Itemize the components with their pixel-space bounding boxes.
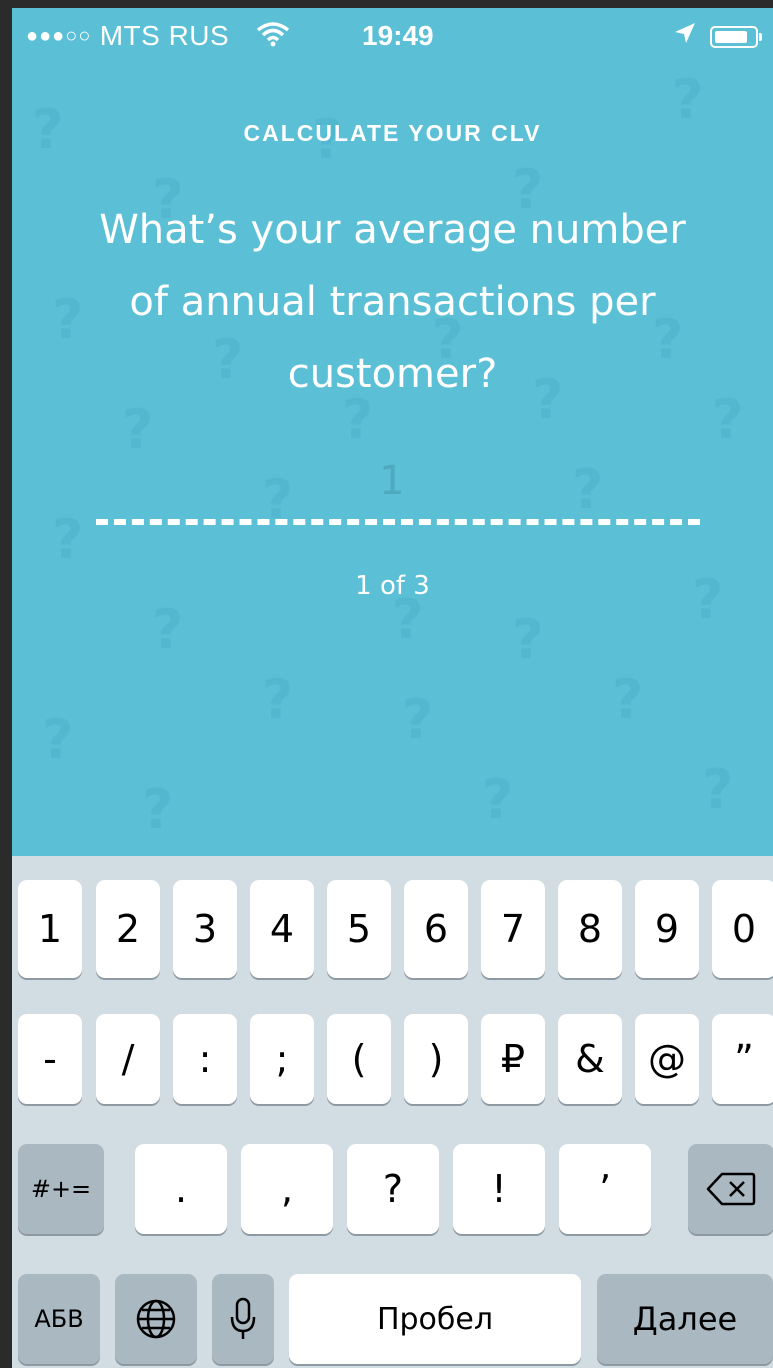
question-line: What’s your average number xyxy=(99,207,686,253)
return-key[interactable]: Далее xyxy=(597,1274,773,1364)
key-9[interactable]: 9 xyxy=(635,880,699,978)
space-key[interactable]: Пробел xyxy=(289,1274,581,1364)
key-0[interactable]: 0 xyxy=(712,880,773,978)
question-line: of annual transactions per xyxy=(129,279,656,325)
key-comma[interactable]: , xyxy=(241,1144,333,1234)
key-exclamation[interactable]: ! xyxy=(453,1144,545,1234)
microphone-icon xyxy=(230,1297,256,1339)
carrier-name: MTS RUS xyxy=(99,20,230,51)
question-text: What’s your average number of annual tra… xyxy=(52,194,733,410)
key-question[interactable]: ? xyxy=(347,1144,439,1234)
delete-button[interactable] xyxy=(688,1144,773,1234)
key-at[interactable]: @ xyxy=(635,1014,699,1104)
key-1[interactable]: 1 xyxy=(18,880,82,978)
key-ampersand[interactable]: & xyxy=(558,1014,622,1104)
wifi-icon xyxy=(256,22,290,47)
status-bar: ●●●○○ MTS RUS 19:49 xyxy=(12,8,773,66)
key-open-paren[interactable]: ( xyxy=(327,1014,391,1104)
key-8[interactable]: 8 xyxy=(558,880,622,978)
globe-icon xyxy=(136,1299,176,1339)
key-colon[interactable]: : xyxy=(173,1014,237,1104)
dictation-button[interactable] xyxy=(212,1274,274,1364)
key-ruble[interactable]: ₽ xyxy=(481,1014,545,1104)
globe-button[interactable] xyxy=(115,1274,197,1364)
answer-input[interactable]: 1 xyxy=(312,458,472,504)
key-4[interactable]: 4 xyxy=(250,880,314,978)
key-hyphen[interactable]: - xyxy=(18,1014,82,1104)
key-period[interactable]: . xyxy=(135,1144,227,1234)
app-screen: ? ? ? ? ? ? ? ? ? ? ? ? ? ? ? ? ? ? ? ? … xyxy=(12,8,773,1368)
numeric-keyboard: 1 2 3 4 5 6 7 8 9 0 - / : ; ( ) ₽ & @ ” … xyxy=(12,856,773,1368)
step-indicator: 1 of 3 xyxy=(355,571,430,601)
key-slash[interactable]: / xyxy=(96,1014,160,1104)
carrier-info: ●●●○○ MTS RUS xyxy=(26,20,229,52)
key-2[interactable]: 2 xyxy=(96,880,160,978)
key-5[interactable]: 5 xyxy=(327,880,391,978)
question-line: customer? xyxy=(287,351,498,397)
symbols-toggle-key[interactable]: #+= xyxy=(18,1144,104,1234)
answer-underline xyxy=(96,519,700,525)
location-arrow-icon xyxy=(675,23,695,43)
clock: 19:49 xyxy=(362,20,434,51)
signal-strength-icon: ●●●○○ xyxy=(26,25,92,47)
battery-icon xyxy=(710,26,762,48)
key-6[interactable]: 6 xyxy=(404,880,468,978)
key-3[interactable]: 3 xyxy=(173,880,237,978)
key-semicolon[interactable]: ; xyxy=(250,1014,314,1104)
key-7[interactable]: 7 xyxy=(481,880,545,978)
alphabet-toggle-key[interactable]: АБВ xyxy=(18,1274,100,1364)
page-title: CALCULATE YOUR CLV xyxy=(243,120,542,146)
key-apostrophe[interactable]: ’ xyxy=(559,1144,651,1234)
key-quote[interactable]: ” xyxy=(712,1014,773,1104)
key-close-paren[interactable]: ) xyxy=(404,1014,468,1104)
backspace-icon xyxy=(706,1172,756,1206)
